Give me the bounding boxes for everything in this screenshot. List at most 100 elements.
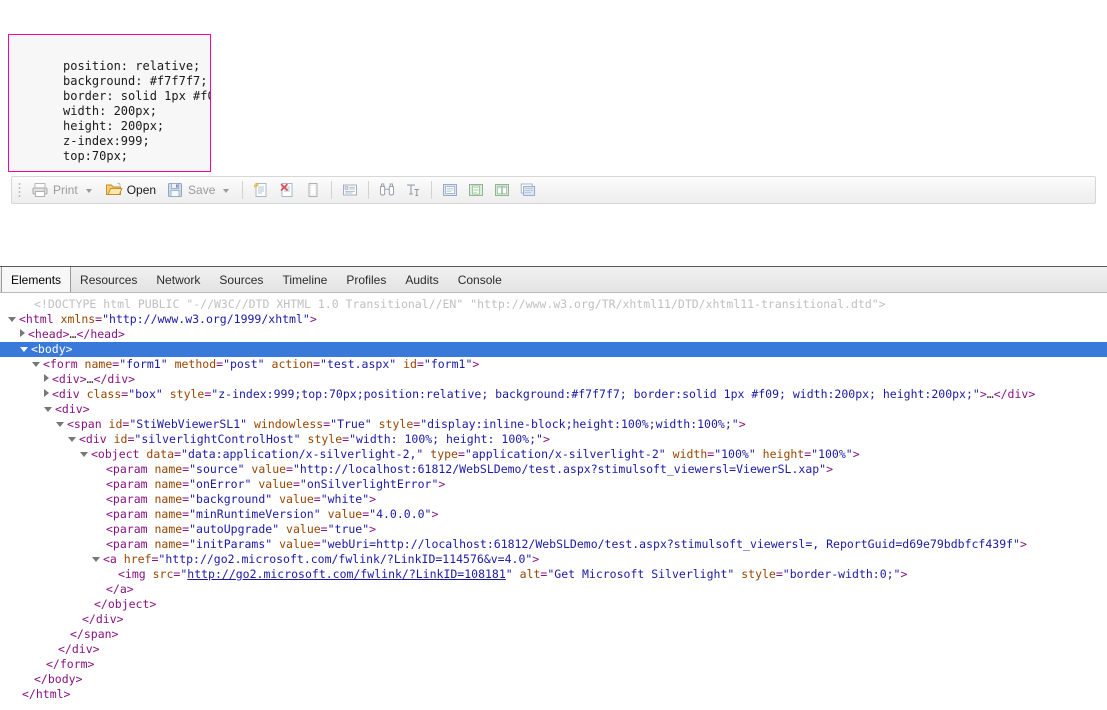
dom-node-row[interactable]: <html xmlns="http://www.w3.org/1999/xhtm… (0, 312, 1107, 327)
dom-token: name (154, 522, 183, 536)
dom-token: value (279, 522, 321, 536)
dom-node-row[interactable]: <head>…</head> (0, 327, 1107, 342)
browser-page-area: position: relative; background: #f7f7f7;… (0, 0, 1107, 266)
dom-node-row-selected[interactable]: <body> (0, 342, 1107, 357)
dom-token: "http://www.w3.org/1999/xhtml" (102, 312, 310, 326)
dom-node-row[interactable]: <object data="data:application/x-silverl… (0, 447, 1107, 462)
dom-node-row[interactable]: </body> (0, 672, 1107, 687)
dom-node-row[interactable]: <div>…</div> (0, 372, 1107, 387)
dom-token: <param (106, 492, 155, 506)
editor-text-icon (404, 181, 422, 199)
save-button-label: Save (188, 183, 216, 197)
twisty-collapsed-icon[interactable] (44, 374, 49, 382)
dom-token: href (123, 552, 152, 566)
dom-token: windowless (247, 417, 324, 431)
devtools-tab-audits[interactable]: Audits (396, 267, 448, 292)
dom-node-row[interactable]: <param name="background" value="white"> (0, 492, 1107, 507)
dom-token: "100%" (811, 447, 853, 461)
twisty-expanded-icon[interactable] (32, 362, 40, 367)
twisty-expanded-icon[interactable] (80, 452, 88, 457)
devtools-tab-console[interactable]: Console (449, 267, 512, 292)
bookmarks-button[interactable] (338, 178, 362, 202)
page-setup-button[interactable] (301, 178, 325, 202)
dom-node-row[interactable]: <param name="initParams" value="webUri=h… (0, 537, 1107, 552)
find-button[interactable] (375, 178, 399, 202)
dom-token: <param (106, 522, 155, 536)
dom-token: > (900, 567, 908, 581)
twisty-expanded-icon[interactable] (20, 347, 28, 352)
dom-node-row[interactable]: </span> (0, 627, 1107, 642)
dom-token: </div> (58, 642, 100, 656)
dom-node-row[interactable]: <div> (0, 402, 1107, 417)
toolbar-grip-handle[interactable] (17, 181, 23, 199)
twisty-placeholder (8, 696, 19, 697)
dom-token: "true" (327, 522, 370, 536)
dom-token: <body> (31, 342, 73, 356)
dom-node-row[interactable]: </div> (0, 612, 1107, 627)
dom-tree-view[interactable]: <!DOCTYPE html PUBLIC "-//W3C//DTD XHTML… (0, 294, 1107, 710)
dom-token: src (152, 567, 174, 581)
devtools-tab-resources[interactable]: Resources (71, 267, 147, 292)
delete-report-icon (278, 181, 296, 199)
dom-node-row[interactable]: <a href="http://go2.microsoft.com/fwlink… (0, 552, 1107, 567)
devtools-tab-sources[interactable]: Sources (210, 267, 273, 292)
twisty-expanded-icon[interactable] (56, 422, 64, 427)
dom-node-row[interactable]: <param name="source" value="http://local… (0, 462, 1107, 477)
dom-node-row[interactable]: <img src = "http://go2.microsoft.com/fwlin… (0, 567, 1107, 582)
new-report-button[interactable] (249, 178, 273, 202)
view-multipage-button[interactable] (516, 178, 540, 202)
view-continuous-button[interactable] (464, 178, 488, 202)
view-single-page-button[interactable] (438, 178, 462, 202)
dom-token: <object (91, 447, 147, 461)
dom-token: style (300, 432, 343, 446)
dom-node-row[interactable]: <form name="form1" method="post" action=… (0, 357, 1107, 372)
dom-token: <html (19, 312, 61, 326)
devtools-tab-network[interactable]: Network (147, 267, 210, 292)
twisty-expanded-icon[interactable] (8, 317, 16, 322)
print-button[interactable]: Print (26, 178, 100, 202)
devtools-tab-bar: Elements Resources Network Sources Timeline P… (0, 267, 1107, 293)
editor-text-button[interactable] (401, 178, 425, 202)
dom-node-row[interactable]: <span id="StiWebViewerSL1" windowless="T… (0, 417, 1107, 432)
twisty-expanded-icon[interactable] (44, 407, 52, 412)
dom-token: = (174, 447, 182, 461)
new-report-icon (252, 181, 270, 199)
dom-token: = (775, 567, 783, 581)
toolbar-separator (331, 181, 333, 199)
devtools-tab-profiles[interactable]: Profiles (337, 267, 396, 292)
dom-attr-link[interactable]: http://go2.microsoft.com/fwlink/?LinkID=… (187, 567, 506, 581)
save-dropdown-arrow-icon[interactable] (223, 189, 230, 193)
dom-node-row[interactable]: <div id="silverlightControlHost" style="… (0, 432, 1107, 447)
devtools-tab-timeline[interactable]: Timeline (273, 267, 337, 292)
dom-token: "form1" (119, 357, 168, 371)
open-folder-icon (105, 181, 123, 199)
dom-node-row[interactable]: <param name="onError" value="onSilverlig… (0, 477, 1107, 492)
dom-token: </span> (70, 627, 119, 641)
dom-token: data (146, 447, 175, 461)
dom-token: "data:application/x-silverlight-2," (181, 447, 424, 461)
dom-token: "background" (189, 492, 273, 506)
delete-report-button[interactable] (275, 178, 299, 202)
twisty-expanded-icon[interactable] (68, 437, 76, 442)
save-button[interactable]: Save (161, 178, 237, 202)
dom-token: <div (52, 387, 87, 401)
dom-node-row[interactable]: </html> (0, 687, 1107, 702)
dom-token: type (423, 447, 458, 461)
dom-node-row[interactable]: <param name="autoUpgrade" value="true"> (0, 522, 1107, 537)
twisty-collapsed-icon[interactable] (20, 329, 25, 337)
dom-node-row[interactable]: </a> (0, 582, 1107, 597)
dom-node-row[interactable]: <!DOCTYPE html PUBLIC "-//W3C//DTD XHTML… (0, 297, 1107, 312)
dom-token: > (309, 312, 317, 326)
dom-node-row[interactable]: <param name="minRuntimeVersion" value="4… (0, 507, 1107, 522)
dom-node-row[interactable]: <div class="box" style="z-index:999;top:… (0, 387, 1107, 402)
devtools-tab-elements[interactable]: Elements (1, 267, 72, 292)
twisty-collapsed-icon[interactable] (44, 389, 49, 397)
print-dropdown-arrow-icon[interactable] (85, 189, 92, 193)
twisty-expanded-icon[interactable] (92, 557, 100, 562)
dom-node-row[interactable]: </form> (0, 657, 1107, 672)
dom-node-row[interactable]: </object> (0, 597, 1107, 612)
twisty-placeholder (92, 591, 103, 592)
open-button[interactable]: Open (100, 178, 161, 202)
view-two-page-button[interactable] (490, 178, 514, 202)
dom-node-row[interactable]: </div> (0, 642, 1107, 657)
